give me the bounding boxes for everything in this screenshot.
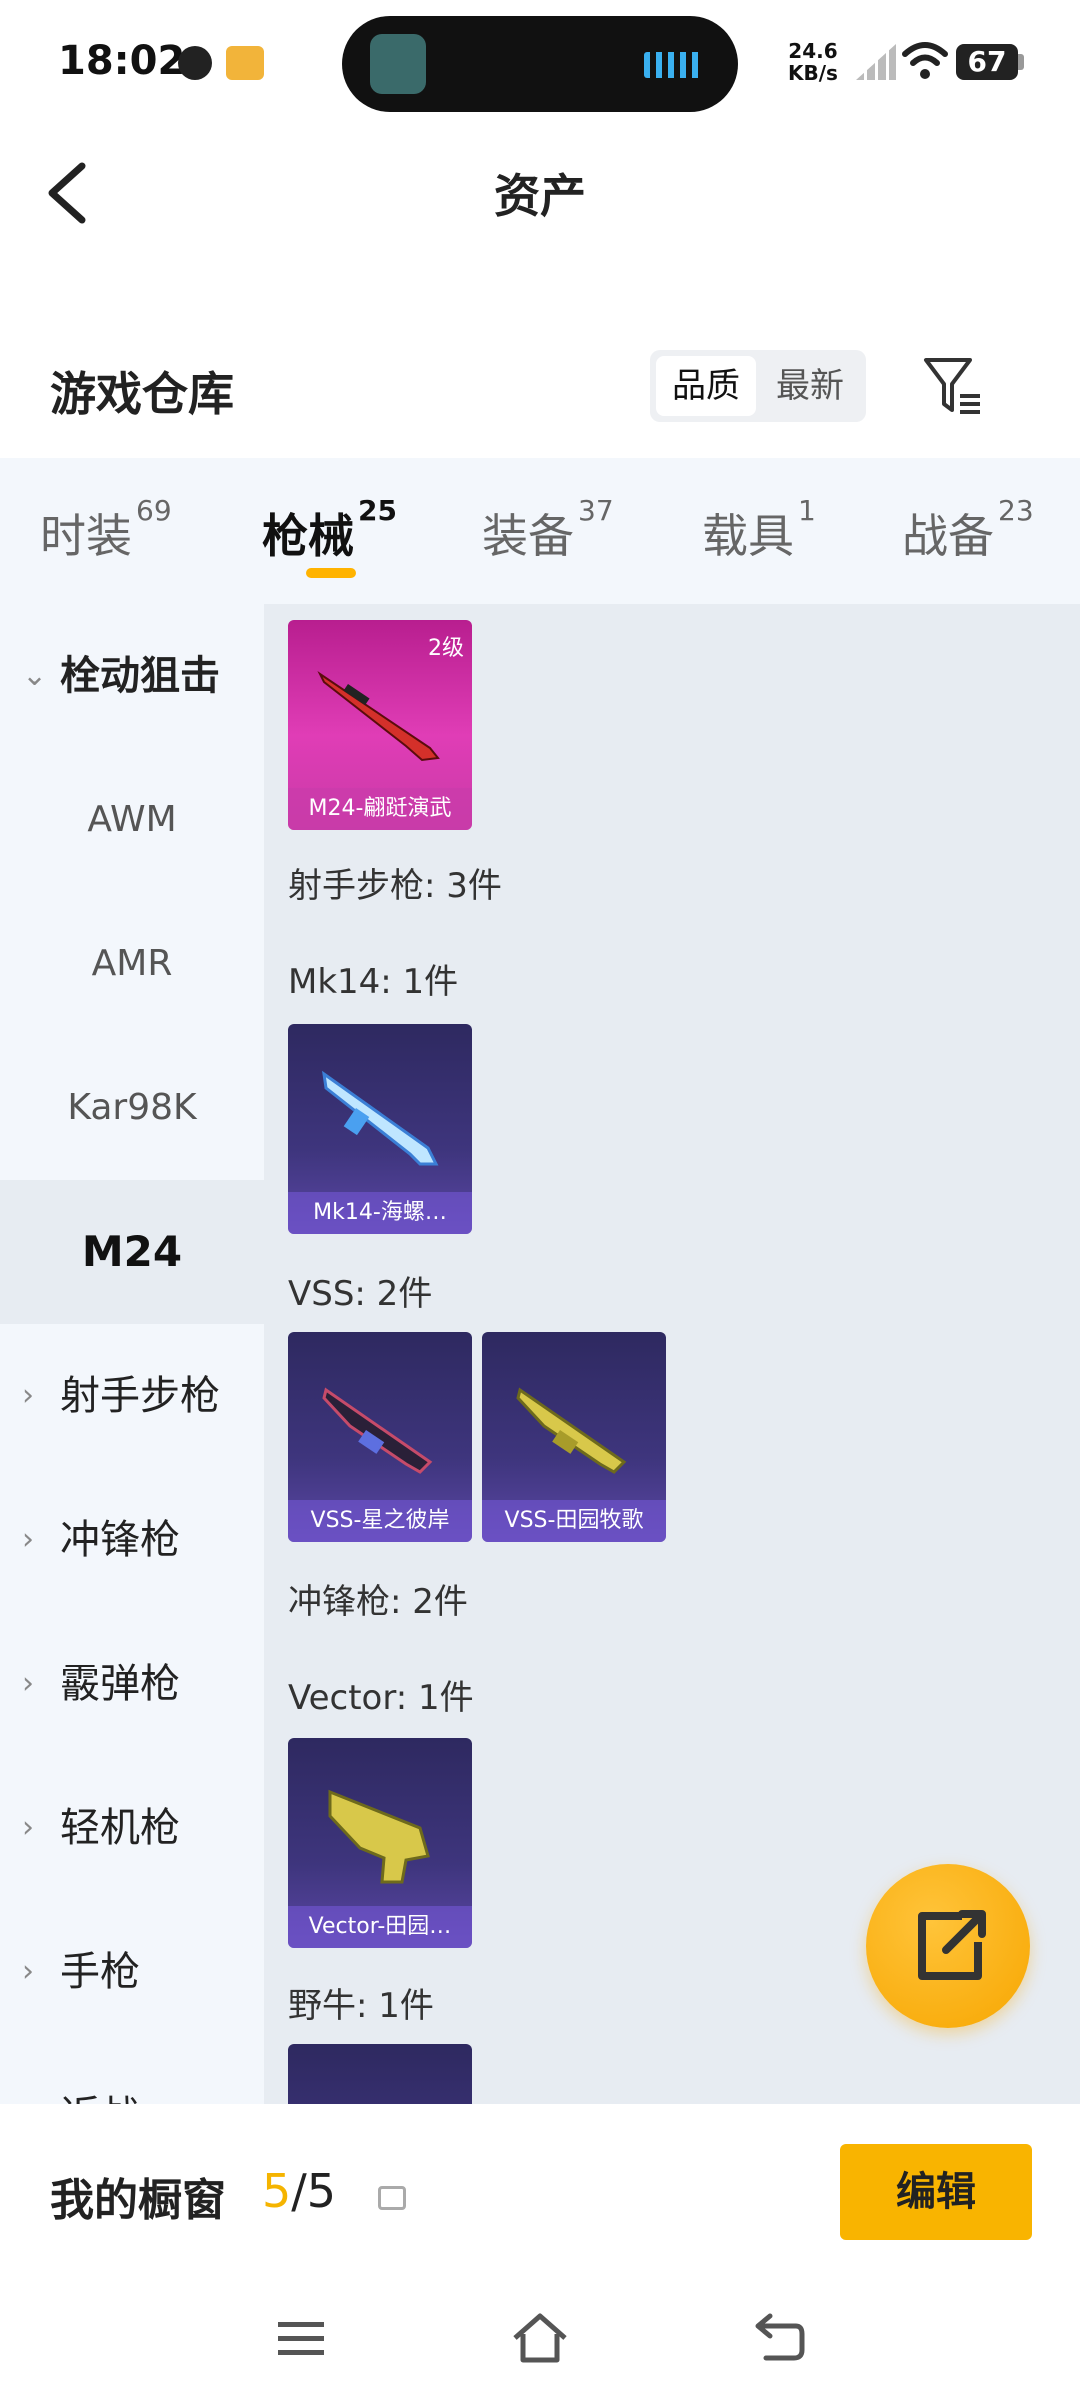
skin-name: M24-翩跹演武: [288, 788, 472, 830]
skin-card-m24[interactable]: 2级 M24-翩跹演武: [288, 620, 472, 830]
showcase-count: 5/5: [262, 2164, 336, 2218]
net-speed-unit: KB/s: [788, 61, 838, 85]
sidebar-item-awm[interactable]: AWM: [0, 748, 264, 892]
page-title: 资产: [494, 169, 586, 223]
sidebar-item-label: 栓动狙击: [60, 653, 220, 699]
tab-label: 时装: [40, 509, 132, 563]
sidebar-item-m24[interactable]: M24: [0, 1180, 264, 1324]
tab-guns[interactable]: 枪械 25: [262, 494, 397, 566]
skin-level-badge: 2级: [428, 636, 464, 661]
tab-count: 23: [998, 494, 1034, 527]
group-label-smg: 冲锋枪: 2件: [288, 1582, 468, 1622]
rifle-image: [322, 1070, 439, 1166]
back-nav-icon[interactable]: [744, 2304, 814, 2374]
sidebar-item-amr[interactable]: AMR: [0, 892, 264, 1036]
sidebar-item-shotgun[interactable]: › 霰弹枪: [0, 1612, 264, 1756]
skin-card-vss-1[interactable]: VSS-星之彼岸: [288, 1332, 472, 1542]
tab-count: 1: [798, 494, 816, 527]
tab-equipment[interactable]: 装备 37: [482, 494, 614, 566]
battery-icon: 67: [956, 44, 1018, 80]
sidebar-item-label: 近战: [60, 2044, 140, 2104]
group-label-vector: Vector: 1件: [288, 1678, 474, 1718]
net-speed-value: 24.6: [788, 39, 838, 63]
chevron-right-icon: ›: [22, 2044, 34, 2104]
group-label-marksman: 射手步枪: 3件: [288, 866, 502, 906]
sidebar-item-marksman[interactable]: › 射手步枪: [0, 1324, 264, 1468]
tab-label: 枪械: [262, 509, 354, 563]
app-notification-icon: [226, 46, 264, 80]
media-thumbnail-icon: [370, 34, 426, 94]
sidebar-item-label: 手枪: [60, 1949, 140, 1995]
sidebar-item-pistol[interactable]: › 手枪: [0, 1900, 264, 2044]
sidebar-item-label: 射手步枪: [60, 1373, 220, 1419]
filter-icon[interactable]: [920, 354, 984, 418]
dynamic-island[interactable]: [342, 16, 738, 112]
tab-supplies[interactable]: 战备 23: [902, 494, 1034, 566]
notification-icon: [178, 46, 212, 80]
wifi-icon: [902, 42, 948, 79]
skin-name: VSS-星之彼岸: [288, 1500, 472, 1542]
rifle-image: [322, 1387, 433, 1474]
sidebar-item-label: 霰弹枪: [60, 1661, 180, 1707]
chevron-right-icon: ›: [22, 1810, 34, 1845]
chevron-right-icon: ›: [22, 1522, 34, 1557]
weapon-category-sidebar: ⌄ 栓动狙击 AWM AMR Kar98K M24 › 射手步枪 › 冲锋枪 ›…: [0, 604, 264, 2104]
active-tab-indicator: [306, 568, 356, 578]
skin-card-mk14[interactable]: Mk14-海螺…: [288, 1024, 472, 1234]
skin-card-vector[interactable]: Vector-田园…: [288, 1738, 472, 1948]
status-bar: 18:02 24.6 KB/s 67: [0, 0, 1080, 130]
tab-label: 战备: [902, 509, 994, 563]
chevron-down-icon: ⌄: [22, 658, 48, 693]
sort-newest-button[interactable]: 最新: [760, 356, 860, 416]
sidebar-item-label: 冲锋枪: [60, 1517, 180, 1563]
audio-wave-icon: [644, 52, 704, 78]
tab-count: 37: [578, 494, 614, 527]
warehouse-title: 游戏仓库: [50, 367, 234, 421]
tab-count: 69: [136, 494, 172, 527]
skin-card-vss-2[interactable]: VSS-田园牧歌: [482, 1332, 666, 1542]
showcase-current: 5: [262, 2164, 292, 2218]
battery-tip: [1018, 54, 1024, 70]
chevron-right-icon: ›: [22, 1378, 34, 1413]
group-label-vss: VSS: 2件: [288, 1274, 433, 1314]
tab-count: 25: [358, 494, 397, 527]
system-nav-bar: [0, 2284, 1080, 2400]
home-icon[interactable]: [505, 2304, 575, 2374]
tab-fashion[interactable]: 时装 69: [40, 494, 172, 566]
sidebar-item-label: 轻机枪: [60, 1805, 180, 1851]
rifle-image: [516, 1387, 627, 1474]
edit-button[interactable]: 编辑: [840, 2144, 1032, 2240]
net-speed: 24.6 KB/s: [788, 40, 838, 84]
signal-icon: [856, 44, 896, 80]
sort-quality-button[interactable]: 品质: [656, 356, 756, 416]
sidebar-item-kar98k[interactable]: Kar98K: [0, 1036, 264, 1180]
sidebar-item-smg[interactable]: › 冲锋枪: [0, 1468, 264, 1612]
rifle-image: [317, 671, 440, 762]
sidebar-item-lmg[interactable]: › 轻机枪: [0, 1756, 264, 1900]
menu-icon[interactable]: [266, 2304, 336, 2374]
skin-card-bison[interactable]: [288, 2044, 472, 2104]
group-label-bison: 野牛: 1件: [288, 1986, 434, 2026]
status-time: 18:02: [58, 38, 186, 84]
chevron-right-icon: ›: [22, 1954, 34, 1989]
share-button[interactable]: [866, 1864, 1030, 2028]
sidebar-item-melee[interactable]: › 近战: [0, 2044, 264, 2104]
chevron-right-icon: ›: [22, 1666, 34, 1701]
skin-name: Vector-田园…: [288, 1906, 472, 1948]
tab-label: 载具: [702, 509, 794, 563]
showcase-bar: 我的橱窗 5/5 编辑: [0, 2104, 1080, 2284]
group-label-mk14: Mk14: 1件: [288, 962, 459, 1002]
sidebar-item-bolt-action[interactable]: ⌄ 栓动狙击: [0, 604, 264, 748]
showcase-total: /5: [291, 2164, 337, 2218]
showcase-label: 我的橱窗: [50, 2175, 226, 2226]
skin-name: Mk14-海螺…: [288, 1192, 472, 1234]
lock-icon: [378, 2186, 406, 2210]
smg-image: [328, 1789, 430, 1884]
share-icon: [918, 1910, 986, 1980]
skin-name: VSS-田园牧歌: [482, 1500, 666, 1542]
sort-toggle: 品质 最新: [650, 350, 866, 422]
tab-vehicles[interactable]: 载具 1: [702, 494, 816, 566]
category-tabs: 时装 69 枪械 25 装备 37 载具 1 战备 23: [0, 458, 1080, 604]
tab-label: 装备: [482, 509, 574, 563]
